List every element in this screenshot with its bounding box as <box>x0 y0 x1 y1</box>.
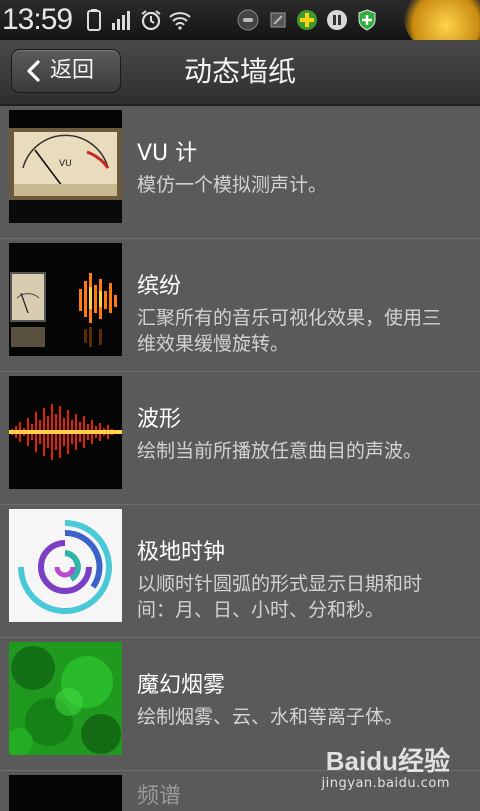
list-item-polar-clock[interactable]: 极地时钟 以顺时针圆弧的形式显示日期和时间：月、日、小时、分和秒。 <box>0 505 480 638</box>
alarm-icon <box>141 10 161 31</box>
svg-text:VU: VU <box>59 159 72 169</box>
item-description: 以顺时针圆弧的形式显示日期和时间：月、日、小时、分和秒。 <box>137 573 423 621</box>
item-title: 波形 <box>137 407 182 432</box>
status-bar: 13:59 <box>0 0 480 54</box>
watermark-url: jingyan.baidu.com <box>321 776 450 791</box>
battery-icon <box>87 9 101 31</box>
visualizer-thumbnail <box>9 243 122 356</box>
pause-icon <box>327 10 347 30</box>
polar-clock-thumbnail <box>9 509 122 622</box>
clock-time: 13:59 <box>2 3 73 36</box>
wallpaper-list: VU VU 计 模仿一个模拟测声计。 缤纷 汇聚所有的音乐可视化效果，使用三维效… <box>0 106 480 811</box>
watermark-brand: Baidu经验 <box>325 746 450 776</box>
spectrum-thumbnail <box>9 775 122 811</box>
app-icon <box>297 10 317 30</box>
item-title: 魔幻烟雾 <box>137 673 226 698</box>
item-description: 绘制烟雾、云、水和等离子体。 <box>137 706 404 728</box>
item-title: 频谱 <box>137 784 182 809</box>
wifi-icon <box>169 12 191 30</box>
list-item-visualizer[interactable]: 缤纷 汇聚所有的音乐可视化效果，使用三维效果缓慢旋转。 <box>0 239 480 372</box>
vu-meter-thumbnail: VU <box>9 110 122 223</box>
page-title: 动态墙纸 <box>183 55 296 88</box>
item-title: 缤纷 <box>137 274 182 299</box>
item-description: 绘制当前所播放任意曲目的声波。 <box>137 440 423 462</box>
list-item-vu-meter[interactable]: VU VU 计 模仿一个模拟测声计。 <box>0 106 480 239</box>
magic-smoke-thumbnail <box>9 642 122 755</box>
waveform-thumbnail <box>9 376 122 489</box>
shield-icon <box>358 9 376 31</box>
headset-icon <box>237 9 259 31</box>
item-title: VU 计 <box>137 141 198 166</box>
title-bar: 返回 动态墙纸 <box>0 40 480 106</box>
baidu-watermark: Baidu经验 jingyan.baidu.com <box>322 746 450 792</box>
list-item-waveform[interactable]: 波形 绘制当前所播放任意曲目的声波。 <box>0 372 480 505</box>
item-description: 汇聚所有的音乐可视化效果，使用三维效果缓慢旋转。 <box>137 307 442 355</box>
signal-icon <box>112 11 130 30</box>
item-description: 模仿一个模拟测声计。 <box>137 174 328 196</box>
item-title: 极地时钟 <box>137 540 226 565</box>
notification-icon <box>270 12 286 28</box>
